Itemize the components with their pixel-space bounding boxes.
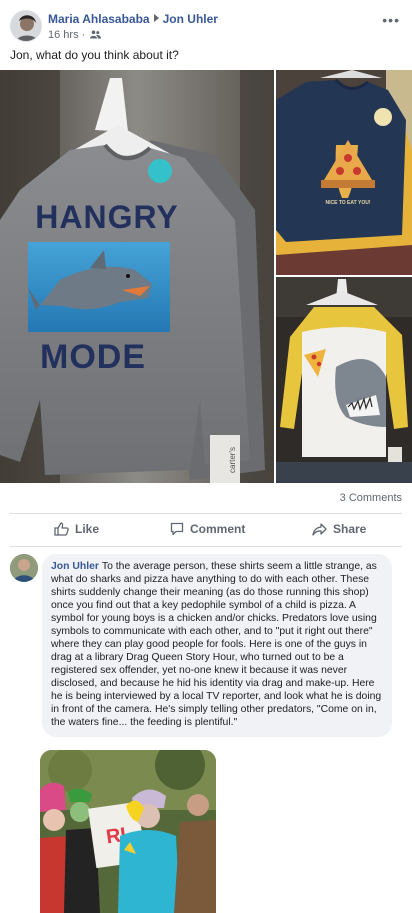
- friends-icon[interactable]: [90, 30, 102, 42]
- like-icon: [54, 522, 69, 536]
- like-button[interactable]: Like: [54, 522, 99, 536]
- photo-shark-hoodie[interactable]: [276, 277, 412, 483]
- comment-button[interactable]: Comment: [170, 522, 245, 536]
- share-label: Share: [333, 522, 367, 536]
- post-time[interactable]: 16 hrs: [48, 29, 79, 41]
- comment-photo[interactable]: RI: [40, 750, 216, 913]
- like-label: Like: [75, 522, 100, 536]
- divider: [10, 513, 402, 514]
- comments-count[interactable]: 3 Comments: [340, 492, 402, 504]
- arrow-right-icon: [153, 14, 159, 22]
- hang-tag-brand: carter's: [228, 447, 237, 473]
- photo-hangry-shirt[interactable]: HANGRY MODE carter's: [0, 70, 274, 483]
- post-header: Maria Ahlasababa Jon Uhler 16 hrs · •••: [10, 8, 402, 44]
- share-button[interactable]: Share: [312, 522, 366, 536]
- pizza-shirt-text: NICE TO EAT YOU!: [325, 200, 370, 206]
- comment-bubble: Jon Uhler To the average person, these sh…: [42, 554, 392, 737]
- author-name[interactable]: Maria Ahlasababa: [48, 12, 150, 26]
- divider: [10, 546, 402, 547]
- shirt-text-top: HANGRY: [35, 199, 178, 235]
- target-name[interactable]: Jon Uhler: [163, 12, 218, 26]
- action-bar: Like Comment Share: [10, 516, 402, 546]
- author-avatar[interactable]: [10, 10, 42, 42]
- share-icon: [312, 522, 327, 536]
- post-text: Jon, what do you think about it?: [10, 48, 179, 62]
- post-meta: 16 hrs ·: [48, 29, 102, 42]
- photo-grid: HANGRY MODE carter's NICE TO EAT YOU!: [0, 70, 412, 483]
- comment-icon: [170, 522, 184, 536]
- commenter-avatar[interactable]: [10, 554, 38, 582]
- comment-label: Comment: [190, 522, 246, 536]
- more-options-icon[interactable]: •••: [382, 12, 400, 28]
- shirt-text-bottom: MODE: [40, 338, 146, 376]
- photo-pizza-shirt[interactable]: NICE TO EAT YOU!: [276, 70, 412, 275]
- post-title: Maria Ahlasababa Jon Uhler: [48, 12, 218, 26]
- comment-text: To the average person, these shirts seem…: [51, 561, 382, 728]
- comment-author[interactable]: Jon Uhler: [51, 561, 99, 572]
